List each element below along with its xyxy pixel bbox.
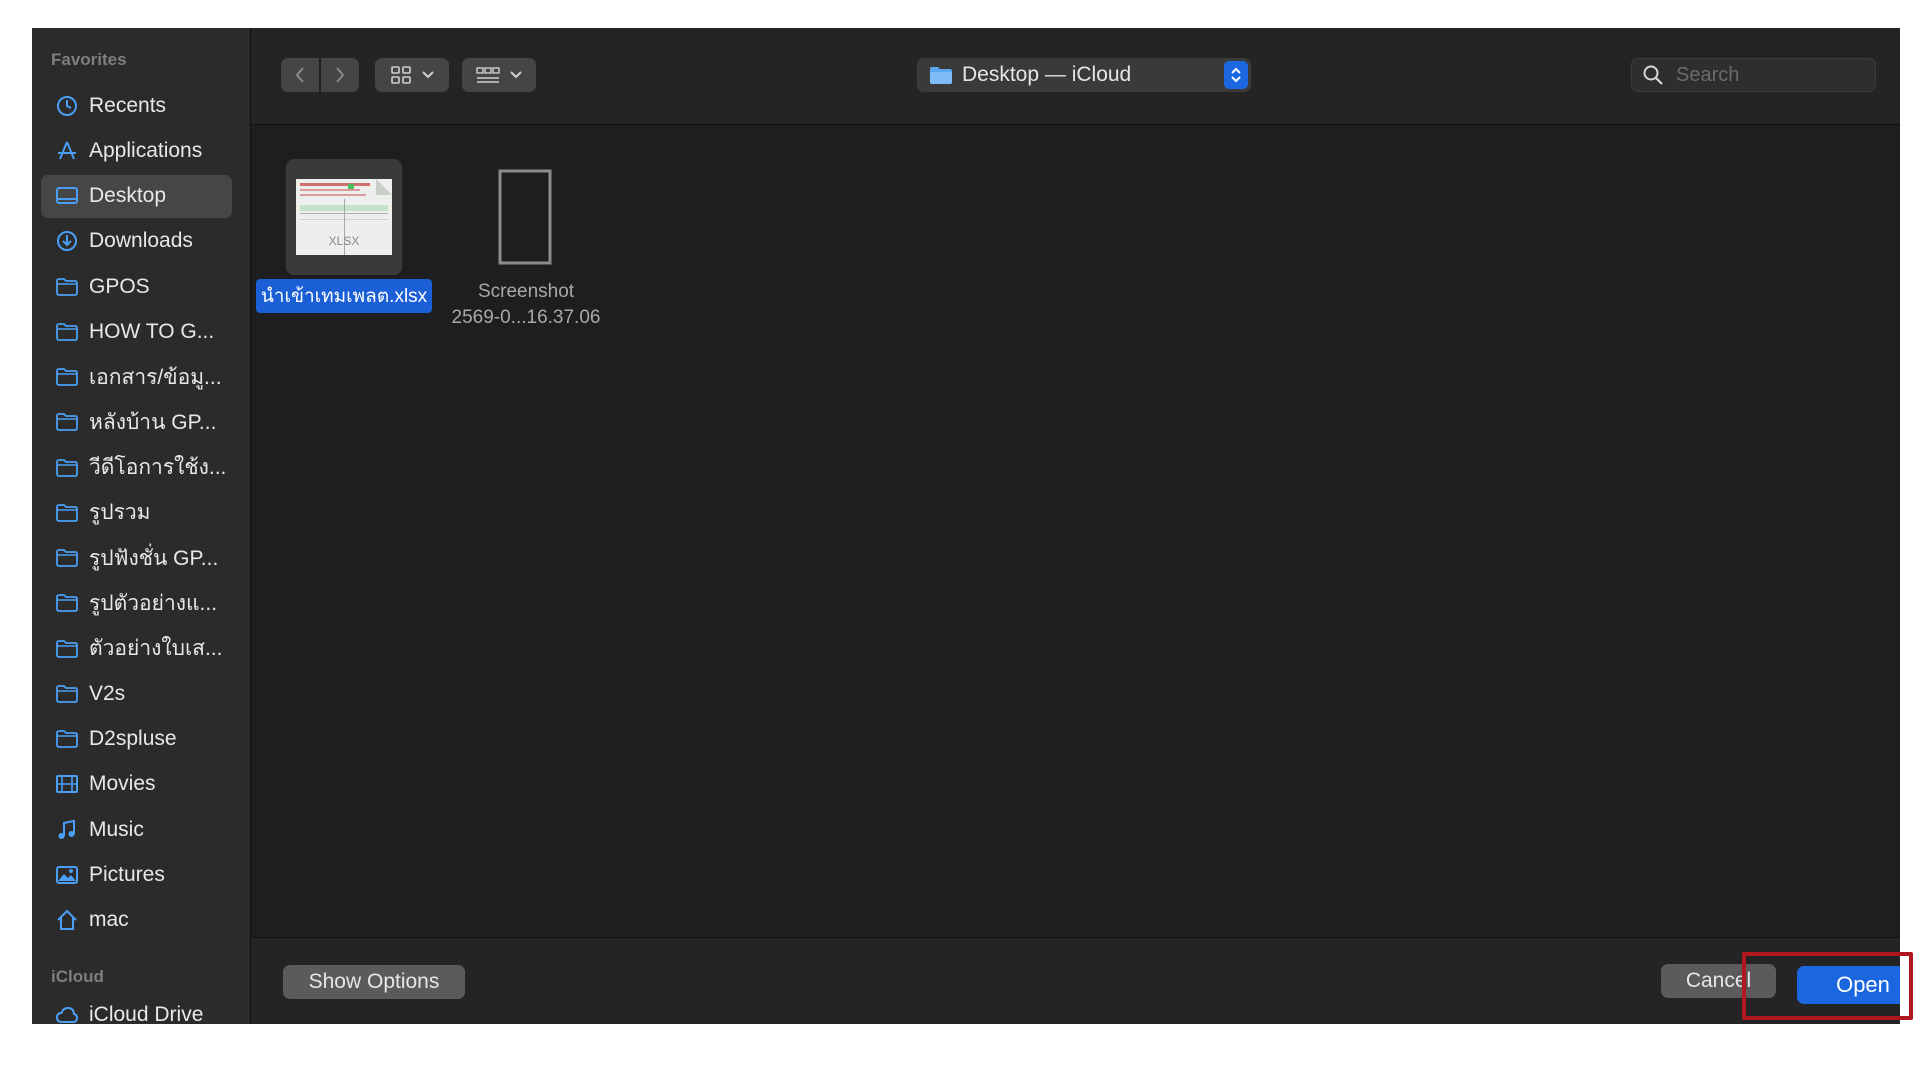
sidebar: Favorites Recents Applications Desktop Down… bbox=[32, 28, 251, 1024]
home-icon bbox=[54, 908, 79, 933]
folder-icon bbox=[54, 274, 79, 299]
sidebar-item[interactable]: รูปรวม bbox=[41, 491, 232, 534]
sidebar-item-label: Movies bbox=[89, 772, 156, 796]
folder-icon bbox=[54, 365, 79, 390]
sidebar-item[interactable]: Recents bbox=[41, 84, 232, 127]
file-browser: XLSX นำเข้าเทมเพลต.xlsx Screenshot 2569-… bbox=[251, 125, 1900, 937]
chevron-right-icon bbox=[336, 67, 345, 83]
sidebar-item-label: Music bbox=[89, 817, 144, 841]
folder-icon bbox=[54, 681, 79, 706]
xlsx-file-icon: XLSX bbox=[286, 159, 402, 275]
sidebar-item-label: Recents bbox=[89, 93, 167, 117]
chevron-down-icon bbox=[510, 71, 522, 79]
sidebar-item[interactable]: วีดีโอการใช้ง... bbox=[41, 446, 232, 489]
group-by-button[interactable] bbox=[462, 58, 536, 92]
applications-icon bbox=[54, 138, 79, 163]
sidebar-item[interactable]: D2spluse bbox=[41, 718, 232, 761]
sidebar-item-label: วีดีโอการใช้ง... bbox=[89, 456, 227, 479]
back-button[interactable] bbox=[281, 58, 319, 92]
sidebar-item[interactable]: Downloads bbox=[41, 220, 232, 263]
sidebar-item[interactable]: ตัวอย่างใบเส... bbox=[41, 627, 232, 670]
view-mode-button[interactable] bbox=[375, 58, 449, 92]
screenshot-file-icon bbox=[468, 159, 584, 275]
sidebar-item[interactable]: HOW TO G... bbox=[41, 310, 232, 353]
sidebar-item[interactable]: iCloud Drive bbox=[41, 993, 232, 1024]
downloads-icon bbox=[54, 229, 79, 254]
forward-button[interactable] bbox=[321, 58, 359, 92]
sidebar-item[interactable]: mac bbox=[41, 899, 232, 942]
sidebar-item[interactable]: Desktop bbox=[41, 174, 232, 218]
open-file-dialog: Favorites Recents Applications Desktop Down… bbox=[32, 28, 1900, 1024]
sidebar-item[interactable]: V2s bbox=[41, 672, 232, 715]
file-item-xlsx[interactable]: XLSX นำเข้าเทมเพลต.xlsx bbox=[255, 159, 433, 313]
sidebar-item-label: ตัวอย่างใบเส... bbox=[89, 637, 223, 660]
file-name: Screenshot 2569-0...16.37.06 bbox=[451, 281, 601, 328]
sidebar-item[interactable]: Movies bbox=[41, 763, 232, 806]
sidebar-item[interactable]: Applications bbox=[41, 129, 232, 172]
sidebar-item-label: หลังบ้าน GP... bbox=[89, 410, 217, 434]
group-icon bbox=[476, 67, 500, 83]
folder-icon bbox=[54, 410, 79, 435]
clock-icon bbox=[54, 93, 79, 118]
sidebar-item-label: GPOS bbox=[89, 274, 150, 298]
music-icon bbox=[54, 817, 79, 842]
file-name: นำเข้าเทมเพลต.xlsx bbox=[255, 279, 433, 313]
location-popup[interactable]: Desktop — iCloud bbox=[917, 58, 1251, 92]
folder-icon bbox=[930, 67, 952, 84]
sidebar-item-label: V2s bbox=[89, 681, 126, 705]
folder-icon bbox=[54, 455, 79, 480]
pictures-icon bbox=[54, 862, 79, 887]
chevron-left-icon bbox=[295, 67, 304, 83]
file-type-label: XLSX bbox=[329, 234, 360, 248]
folder-icon bbox=[54, 591, 79, 616]
sidebar-item-label: D2spluse bbox=[89, 727, 177, 750]
up-down-chevron-icon bbox=[1224, 61, 1248, 89]
sidebar-item-label: เอกสาร/ข้อมู... bbox=[89, 365, 222, 389]
sidebar-favorites-header: Favorites bbox=[51, 50, 127, 69]
file-item-screenshot[interactable]: Screenshot 2569-0...16.37.06 bbox=[431, 159, 621, 331]
sidebar-item-label: Pictures bbox=[89, 862, 165, 886]
sidebar-item[interactable]: Pictures bbox=[41, 853, 232, 896]
desktop-icon bbox=[54, 184, 79, 209]
search-field[interactable] bbox=[1631, 58, 1876, 92]
sidebar-item-label: Applications bbox=[89, 138, 203, 162]
sidebar-item[interactable]: หลังบ้าน GP... bbox=[41, 401, 232, 444]
highlight-annotation bbox=[1742, 952, 1913, 1020]
sidebar-item-label: mac bbox=[89, 908, 129, 931]
toolbar: Desktop — iCloud bbox=[251, 28, 1900, 125]
folder-icon bbox=[54, 546, 79, 571]
sidebar-icloud-header: iCloud bbox=[51, 967, 104, 986]
location-label: Desktop — iCloud bbox=[962, 63, 1132, 86]
movies-icon bbox=[54, 772, 79, 797]
sidebar-item-label: iCloud Drive bbox=[89, 1002, 204, 1025]
sidebar-item-label: HOW TO G... bbox=[89, 319, 215, 343]
folder-icon bbox=[54, 319, 79, 344]
sidebar-item[interactable]: เอกสาร/ข้อมู... bbox=[41, 356, 232, 399]
sidebar-item[interactable]: Music bbox=[41, 808, 232, 851]
chevron-down-icon bbox=[422, 71, 434, 79]
folder-icon bbox=[54, 636, 79, 661]
search-input[interactable] bbox=[1676, 63, 1866, 87]
show-options-button[interactable]: Show Options bbox=[283, 965, 465, 999]
cloud-icon bbox=[54, 1002, 79, 1024]
sidebar-item[interactable]: รูปตัวอย่างแ... bbox=[41, 582, 232, 625]
footer: Show Options Cancel Open bbox=[251, 937, 1900, 1024]
folder-icon bbox=[54, 727, 79, 752]
sidebar-item[interactable]: GPOS bbox=[41, 265, 232, 308]
sidebar-item-label: รูปตัวอย่างแ... bbox=[89, 591, 218, 615]
sidebar-item-label: รูปรวม bbox=[89, 501, 151, 525]
folder-icon bbox=[54, 500, 79, 525]
sidebar-item-label: Desktop bbox=[89, 184, 167, 207]
icon-view-icon bbox=[391, 66, 411, 84]
sidebar-item-label: Downloads bbox=[89, 229, 193, 253]
sidebar-item[interactable]: รูปฟังชั่น GP... bbox=[41, 537, 232, 580]
sidebar-item-label: รูปฟังชั่น GP... bbox=[89, 546, 219, 570]
search-icon bbox=[1643, 65, 1663, 85]
